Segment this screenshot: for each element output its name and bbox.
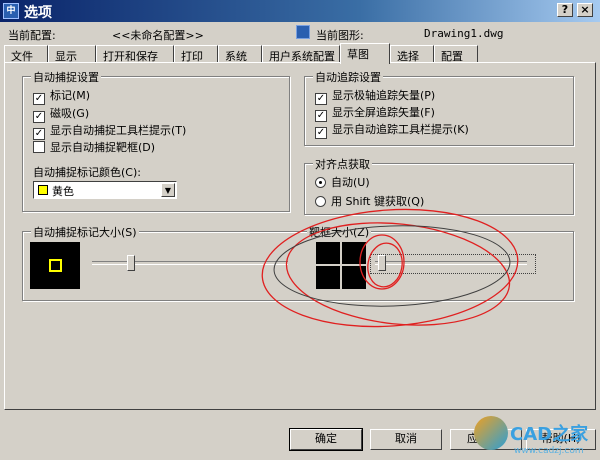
checkbox-icon: ✓ bbox=[315, 93, 327, 105]
polar-vector-checkbox[interactable]: ✓ 显示极轴追踪矢量(P) bbox=[315, 89, 435, 105]
aperture-size-label: 靶框大小(Z) bbox=[307, 224, 372, 240]
tab-files[interactable]: 文件 bbox=[4, 45, 48, 63]
marker-square-icon bbox=[49, 259, 62, 272]
close-title-button[interactable]: × bbox=[577, 3, 593, 17]
aperture-size-slider-track[interactable] bbox=[375, 261, 527, 265]
checkbox-icon: ✓ bbox=[315, 127, 327, 139]
tab-selection[interactable]: 选择 bbox=[390, 45, 434, 63]
title-bar: 中 选项 ? × bbox=[0, 0, 600, 22]
autosnap-group: 自动捕捉设置 ✓ 标记(M) ✓ 磁吸(G) ✓ 显示自动捕捉工具栏提示(T) 显示自… bbox=[22, 69, 290, 212]
autotrack-tooltip-checkbox[interactable]: ✓ 显示自动追踪工具栏提示(K) bbox=[315, 123, 469, 139]
autosnap-group-title: 自动捕捉设置 bbox=[31, 69, 101, 85]
current-profile-value: <<未命名配置>> bbox=[112, 29, 204, 42]
checkbox-icon bbox=[33, 141, 45, 153]
marker-color-value: 黄色 bbox=[52, 185, 74, 198]
drawing-icon bbox=[296, 25, 310, 39]
marker-color-label: 自动捕捉标记颜色(C): bbox=[33, 166, 141, 179]
tab-open-save[interactable]: 打开和保存 bbox=[96, 45, 174, 63]
checkbox-icon: ✓ bbox=[315, 110, 327, 122]
chevron-down-icon[interactable]: ▼ bbox=[161, 183, 175, 197]
radio-icon bbox=[315, 196, 326, 207]
radio-icon bbox=[315, 177, 326, 188]
watermark-url: www.cadzj.com bbox=[514, 446, 584, 456]
checkbox-icon: ✓ bbox=[33, 93, 45, 105]
tab-plot[interactable]: 打印 bbox=[174, 45, 218, 63]
tab-user-preferences[interactable]: 用户系统配置 bbox=[262, 45, 340, 63]
cancel-button[interactable]: 取消 bbox=[370, 429, 442, 450]
help-title-button[interactable]: ? bbox=[557, 3, 573, 17]
watermark-brand: CAD之家 bbox=[510, 424, 589, 445]
color-swatch bbox=[38, 185, 48, 195]
checkbox-icon: ✓ bbox=[33, 111, 45, 123]
cad-home-logo-icon bbox=[474, 416, 508, 450]
marker-color-select[interactable]: 黄色 ▼ bbox=[33, 181, 177, 199]
cad-home-watermark: CAD之家 www.cadzj.com bbox=[474, 416, 600, 460]
autotrack-group: 自动追踪设置 ✓ 显示极轴追踪矢量(P) ✓ 显示全屏追踪矢量(F) ✓ 显示自动追踪… bbox=[304, 69, 574, 146]
marker-size-label: 自动捕捉标记大小(S) bbox=[31, 224, 139, 240]
fullscreen-vector-checkbox[interactable]: ✓ 显示全屏追踪矢量(F) bbox=[315, 106, 435, 122]
tab-display[interactable]: 显示 bbox=[48, 45, 96, 63]
marker-size-preview bbox=[30, 242, 80, 289]
alignment-auto-radio[interactable]: 自动(U) bbox=[315, 176, 370, 191]
alignment-group: 对齐点获取 自动(U) 用 Shift 键获取(Q) bbox=[304, 156, 574, 215]
current-drawing-label: 当前图形: bbox=[316, 29, 364, 42]
checkbox-icon: ✓ bbox=[33, 128, 45, 140]
autosnap-aperture-checkbox[interactable]: 显示自动捕捉靶框(D) bbox=[33, 141, 155, 156]
tab-drafting[interactable]: 草图 bbox=[340, 43, 390, 64]
marker-checkbox[interactable]: ✓ 标记(M) bbox=[33, 89, 90, 105]
autotrack-group-title: 自动追踪设置 bbox=[313, 69, 383, 85]
ok-button[interactable]: 确定 bbox=[289, 428, 363, 451]
marker-size-slider-thumb[interactable] bbox=[127, 255, 135, 271]
crosshair-horizontal bbox=[316, 264, 366, 266]
current-drawing-value: Drawing1.dwg bbox=[424, 27, 504, 40]
marker-size-slider-track[interactable] bbox=[92, 261, 288, 265]
alignment-group-title: 对齐点获取 bbox=[313, 156, 372, 172]
aperture-size-slider-thumb[interactable] bbox=[378, 255, 386, 271]
app-icon: 中 bbox=[3, 3, 19, 19]
autosnap-tooltip-checkbox[interactable]: ✓ 显示自动捕捉工具栏提示(T) bbox=[33, 124, 186, 140]
magnet-checkbox[interactable]: ✓ 磁吸(G) bbox=[33, 107, 89, 123]
alignment-shift-radio[interactable]: 用 Shift 键获取(Q) bbox=[315, 195, 424, 210]
tab-system[interactable]: 系统 bbox=[218, 45, 262, 63]
current-profile-label: 当前配置: bbox=[8, 29, 56, 42]
window-title: 选项 bbox=[24, 5, 52, 21]
aperture-size-preview bbox=[316, 242, 366, 289]
tab-profiles[interactable]: 配置 bbox=[434, 45, 478, 63]
